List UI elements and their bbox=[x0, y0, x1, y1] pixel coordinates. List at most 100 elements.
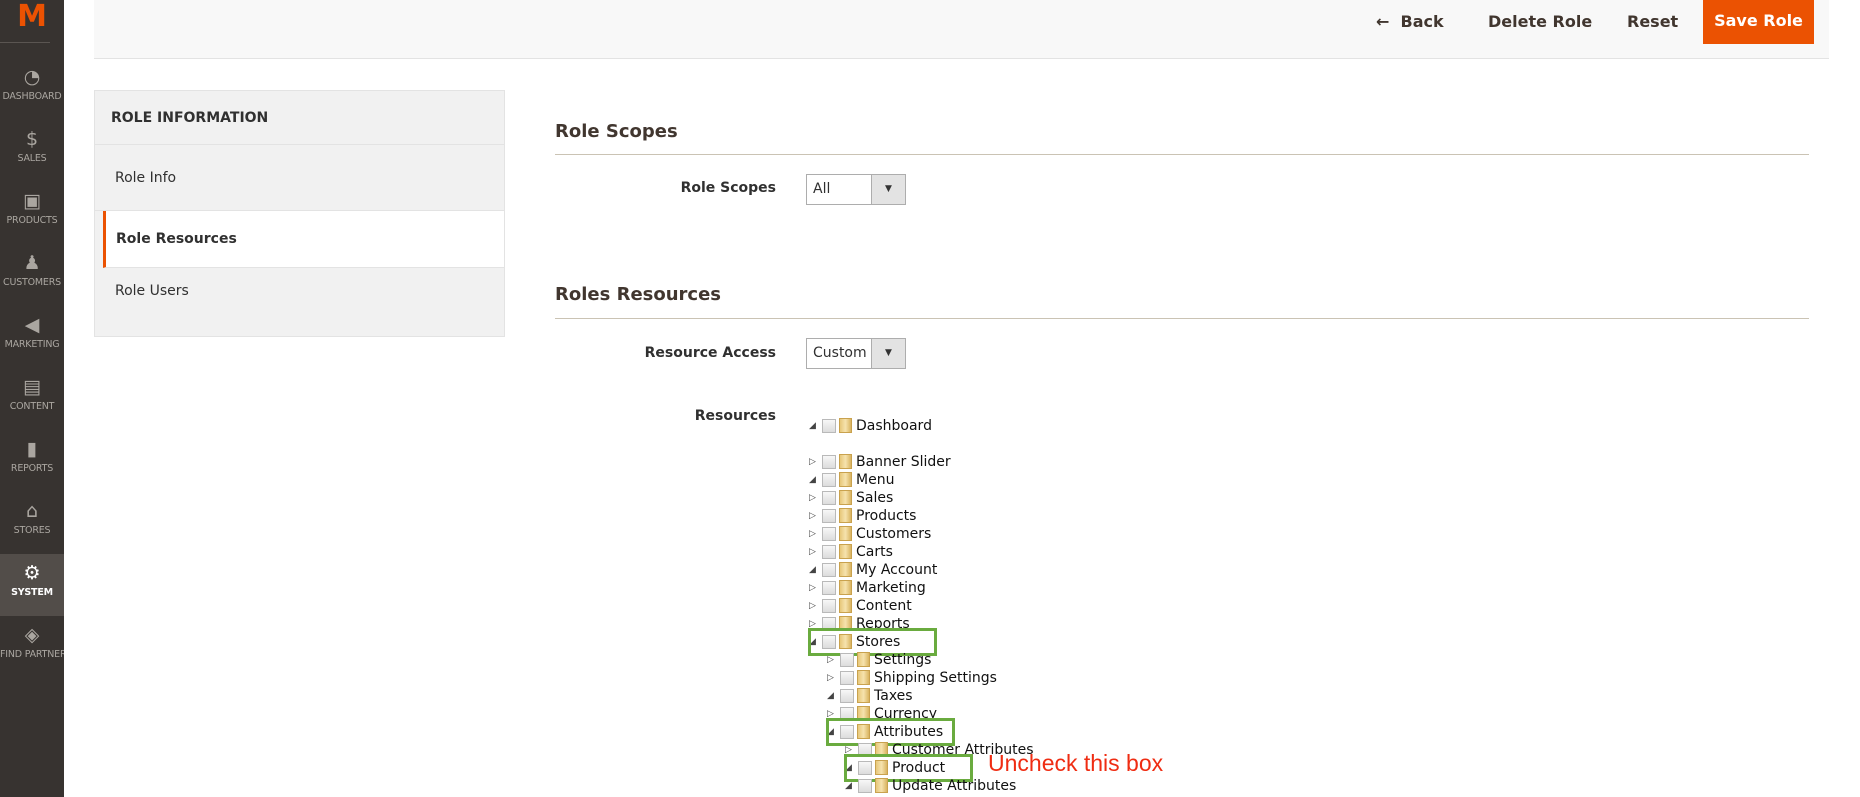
stores-icon: ⌂ bbox=[25, 500, 39, 522]
tree-node-label[interactable]: Customers bbox=[856, 526, 931, 542]
resource-checkbox[interactable] bbox=[840, 653, 854, 667]
resource-checkbox[interactable] bbox=[822, 473, 836, 487]
role-scopes-value: All bbox=[813, 181, 831, 197]
expanded-triangle-icon[interactable]: ◢ bbox=[809, 471, 822, 489]
nav-label: STORES bbox=[13, 525, 51, 536]
admin-sidebar: M ◔ DASHBOARD $ SALES ▣ PRODUCTS ♟ CUSTOMERS ◀ MA… bbox=[0, 0, 64, 797]
folder-icon bbox=[839, 580, 852, 595]
page-actions-bar: ← Back Delete Role Reset bbox=[94, 0, 1829, 59]
tree-node-label[interactable]: Sales bbox=[856, 490, 893, 506]
resource-access-value: Custom bbox=[813, 345, 867, 361]
resource-checkbox[interactable] bbox=[822, 491, 836, 505]
marketing-icon: ◀ bbox=[24, 314, 40, 336]
resource-checkbox[interactable] bbox=[822, 563, 836, 577]
tab-role-users[interactable]: Role Users bbox=[95, 268, 504, 336]
resource-access-select[interactable]: Custom ▼ bbox=[806, 338, 906, 369]
tree-node-label[interactable]: Settings bbox=[874, 652, 931, 668]
resource-checkbox[interactable] bbox=[858, 779, 872, 793]
collapsed-triangle-icon[interactable]: ▷ bbox=[827, 669, 840, 687]
tree-node-label[interactable]: Taxes bbox=[874, 688, 913, 704]
tab-role-resources[interactable]: Role Resources bbox=[103, 211, 504, 268]
resource-checkbox[interactable] bbox=[822, 455, 836, 469]
nav-item-products[interactable]: ▣ PRODUCTS bbox=[0, 182, 64, 244]
resource-checkbox[interactable] bbox=[822, 545, 836, 559]
resources-label: Resources bbox=[694, 408, 776, 424]
nav-label: CUSTOMERS bbox=[3, 277, 61, 288]
tree-node: ◢ Update Attributes bbox=[845, 777, 1016, 795]
role-scopes-select[interactable]: All ▼ bbox=[806, 174, 906, 205]
collapsed-triangle-icon[interactable]: ▷ bbox=[809, 543, 822, 561]
folder-icon bbox=[857, 670, 870, 685]
system-icon: ⚙ bbox=[23, 562, 41, 584]
nav-item-sales[interactable]: $ SALES bbox=[0, 120, 64, 182]
collapsed-triangle-icon[interactable]: ▷ bbox=[827, 651, 840, 669]
tree-node: ▷ Sales bbox=[809, 489, 893, 507]
tree-node-label[interactable]: Products bbox=[856, 508, 916, 524]
save-role-button[interactable]: Save Role bbox=[1703, 0, 1814, 44]
resource-checkbox[interactable] bbox=[840, 671, 854, 685]
magento-logo[interactable]: M bbox=[0, 0, 64, 40]
customers-icon: ♟ bbox=[23, 252, 41, 274]
collapsed-triangle-icon[interactable]: ▷ bbox=[809, 597, 822, 615]
resource-checkbox[interactable] bbox=[840, 689, 854, 703]
tree-node: ◢ Taxes bbox=[827, 687, 913, 705]
folder-icon bbox=[839, 598, 852, 613]
sales-icon: $ bbox=[25, 128, 39, 150]
nav-item-customers[interactable]: ♟ CUSTOMERS bbox=[0, 244, 64, 306]
delete-role-button[interactable]: Delete Role bbox=[1488, 10, 1592, 34]
arrow-left-icon: ← bbox=[1376, 12, 1390, 31]
tree-node-label[interactable]: My Account bbox=[856, 562, 937, 578]
collapsed-triangle-icon[interactable]: ▷ bbox=[809, 507, 822, 525]
nav-item-system[interactable]: ⚙ SYSTEM bbox=[0, 554, 64, 616]
expanded-triangle-icon[interactable]: ◢ bbox=[809, 417, 822, 435]
resource-checkbox[interactable] bbox=[822, 581, 836, 595]
tree-node-label[interactable]: Carts bbox=[856, 544, 893, 560]
content-icon: ▤ bbox=[23, 376, 41, 398]
folder-icon bbox=[839, 526, 852, 541]
nav-item-content[interactable]: ▤ CONTENT bbox=[0, 368, 64, 430]
nav-label: CONTENT bbox=[9, 401, 55, 412]
nav-item-reports[interactable]: ▮ REPORTS bbox=[0, 430, 64, 492]
tree-node: ▷ Banner Slider bbox=[809, 453, 951, 471]
tree-node-label[interactable]: Menu bbox=[856, 472, 894, 488]
tab-role-info[interactable]: Role Info bbox=[95, 145, 504, 211]
resource-checkbox[interactable] bbox=[822, 419, 836, 433]
expanded-triangle-icon[interactable]: ◢ bbox=[809, 561, 822, 579]
role-information-panel: ROLE INFORMATION Role Info Role Resource… bbox=[94, 90, 505, 337]
nav-label: SYSTEM bbox=[11, 587, 53, 598]
collapsed-triangle-icon[interactable]: ▷ bbox=[809, 579, 822, 597]
collapsed-triangle-icon[interactable]: ▷ bbox=[809, 525, 822, 543]
expanded-triangle-icon[interactable]: ◢ bbox=[845, 777, 858, 795]
tree-node: ◢ Menu bbox=[809, 471, 894, 489]
folder-icon bbox=[857, 688, 870, 703]
tree-node-label[interactable]: Update Attributes bbox=[892, 778, 1016, 794]
nav-label: SALES bbox=[17, 153, 47, 164]
tree-node: ▷ Carts bbox=[809, 543, 893, 561]
collapsed-triangle-icon[interactable]: ▷ bbox=[809, 489, 822, 507]
nav-label: FIND PARTNERS & EXTENSIONS bbox=[0, 649, 64, 660]
back-button[interactable]: ← Back bbox=[1376, 10, 1444, 34]
folder-icon bbox=[839, 418, 852, 433]
tree-node-label[interactable]: Banner Slider bbox=[856, 454, 951, 470]
folder-icon bbox=[839, 472, 852, 487]
resource-checkbox[interactable] bbox=[822, 599, 836, 613]
tree-node-label[interactable]: Content bbox=[856, 598, 912, 614]
tree-node: ◢ My Account bbox=[809, 561, 937, 579]
resource-checkbox[interactable] bbox=[822, 509, 836, 523]
tree-node: ▷ Customers bbox=[809, 525, 931, 543]
folder-icon bbox=[839, 562, 852, 577]
folder-icon bbox=[839, 544, 852, 559]
nav-item-dashboard[interactable]: ◔ DASHBOARD bbox=[0, 58, 64, 120]
nav-item-find[interactable]: ◈ FIND PARTNERS & EXTENSIONS bbox=[0, 616, 64, 678]
folder-icon bbox=[857, 652, 870, 667]
reset-button[interactable]: Reset bbox=[1627, 10, 1678, 34]
tree-node-label[interactable]: Shipping Settings bbox=[874, 670, 997, 686]
tree-node-label[interactable]: Dashboard bbox=[856, 418, 932, 434]
collapsed-triangle-icon[interactable]: ▷ bbox=[809, 453, 822, 471]
expanded-triangle-icon[interactable]: ◢ bbox=[827, 687, 840, 705]
resource-checkbox[interactable] bbox=[822, 527, 836, 541]
nav-item-marketing[interactable]: ◀ MARKETING bbox=[0, 306, 64, 368]
nav-item-stores[interactable]: ⌂ STORES bbox=[0, 492, 64, 554]
tree-node-label[interactable]: Marketing bbox=[856, 580, 926, 596]
folder-icon bbox=[839, 490, 852, 505]
